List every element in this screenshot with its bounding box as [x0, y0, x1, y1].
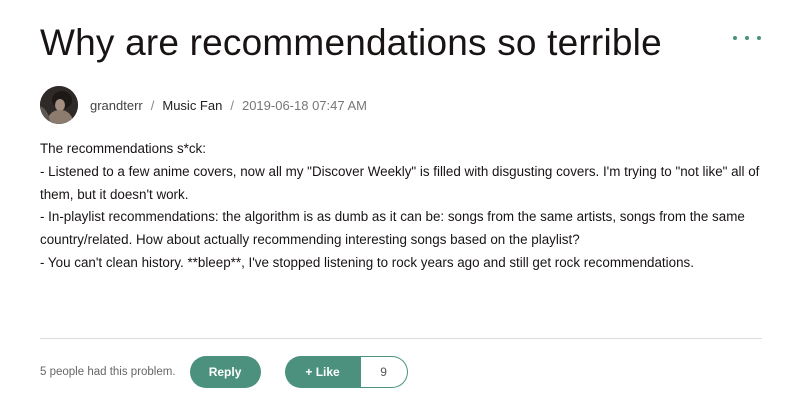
post-meta: grandterr / Music Fan / 2019-06-18 07:47… [40, 86, 368, 124]
body-line: The recommendations s*ck: [40, 141, 206, 156]
like-count: 9 [360, 356, 408, 388]
like-button[interactable]: + Like [284, 356, 361, 388]
post-body: The recommendations s*ck: - Listened to … [40, 138, 765, 275]
body-line: - You can't clean history. **bleep**, I'… [40, 254, 694, 270]
body-line: - Listened to a few anime covers, now al… [40, 163, 760, 202]
post-page: Why are recommendations so terrible gran… [0, 0, 800, 400]
author-avatar[interactable] [40, 86, 78, 124]
post-title: Why are recommendations so terrible [40, 22, 662, 63]
more-options-icon[interactable] [733, 28, 761, 48]
post-date: 2019-06-18 07:47 AM [241, 97, 368, 113]
post-footer: 5 people had this problem. Reply + Like … [40, 356, 408, 388]
reply-button[interactable]: Reply [189, 356, 261, 388]
meta-separator: / [150, 97, 155, 113]
meta-separator: / [230, 97, 234, 113]
author-link[interactable]: grandterr [90, 98, 143, 113]
problem-count-text: 5 people had this problem. [40, 366, 176, 378]
like-group: + Like 9 [284, 356, 408, 388]
body-line: - In-playlist recommendations: the algor… [40, 209, 745, 248]
more-dot [733, 36, 737, 40]
more-dot [757, 36, 761, 40]
footer-divider [40, 338, 762, 339]
board-link[interactable]: Music Fan [162, 98, 222, 113]
more-dot [745, 36, 749, 40]
